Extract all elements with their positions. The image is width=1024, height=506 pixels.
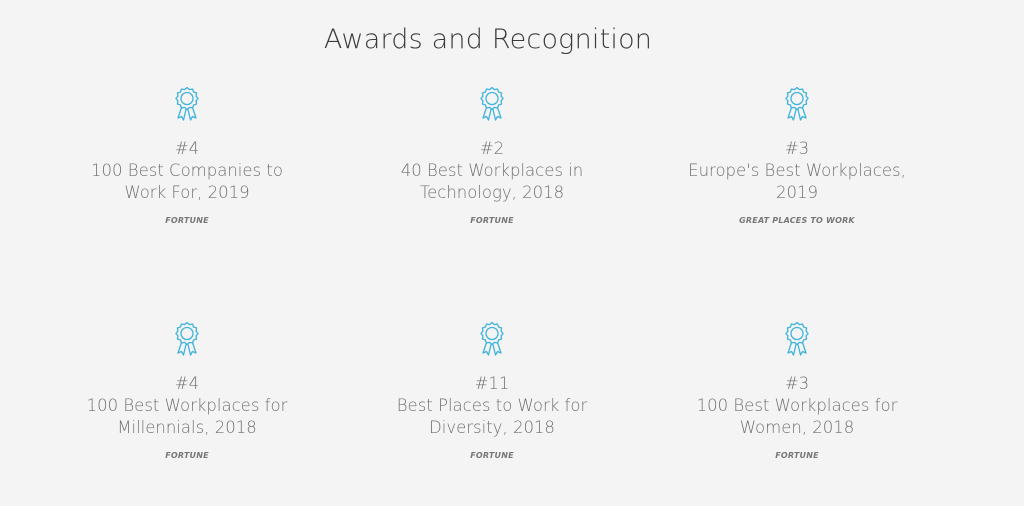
award-source: GREAT PLACES TO WORK: [739, 216, 855, 225]
award-rank: #4: [174, 374, 200, 393]
award-ribbon-icon: [175, 86, 199, 121]
award-name: Europe's Best Workplaces, 2019: [688, 161, 906, 202]
award-name: Best Places to Work for Diversity, 2018: [396, 396, 588, 437]
awards-grid: #4 100 Best Companies to Work For, 2019 …: [0, 0, 1024, 506]
award-ribbon-icon: [785, 321, 809, 356]
award-ribbon-icon: [785, 86, 809, 121]
award-name: 100 Best Workplaces for Women, 2018: [696, 396, 898, 437]
award-source: FORTUNE: [470, 216, 514, 225]
award-card: #4 100 Best Companies to Work For, 2019 …: [47, 86, 327, 226]
award-source: FORTUNE: [165, 451, 209, 460]
award-name: 100 Best Companies to Work For, 2019: [91, 161, 283, 202]
award-ribbon-icon: [175, 321, 199, 356]
award-rank: #3: [784, 374, 810, 393]
award-card: #3 100 Best Workplaces for Women, 2018 F…: [657, 321, 937, 461]
award-rank: #4: [174, 139, 200, 158]
award-rank: #3: [784, 139, 810, 158]
award-card: #2 40 Best Workplaces in Technology, 201…: [352, 86, 632, 226]
award-ribbon-icon: [480, 86, 504, 121]
award-name: 40 Best Workplaces in Technology, 2018: [400, 161, 584, 202]
award-card: #11 Best Places to Work for Diversity, 2…: [352, 321, 632, 461]
award-ribbon-icon: [480, 321, 504, 356]
award-name: 100 Best Workplaces for Millennials, 201…: [86, 396, 288, 437]
award-rank: #11: [474, 374, 510, 393]
award-source: FORTUNE: [775, 451, 819, 460]
award-rank: #2: [479, 139, 505, 158]
award-card: #4 100 Best Workplaces for Millennials, …: [47, 321, 327, 461]
award-source: FORTUNE: [165, 216, 209, 225]
award-source: FORTUNE: [470, 451, 514, 460]
award-card: #3 Europe's Best Workplaces, 2019 GREAT …: [657, 86, 937, 226]
